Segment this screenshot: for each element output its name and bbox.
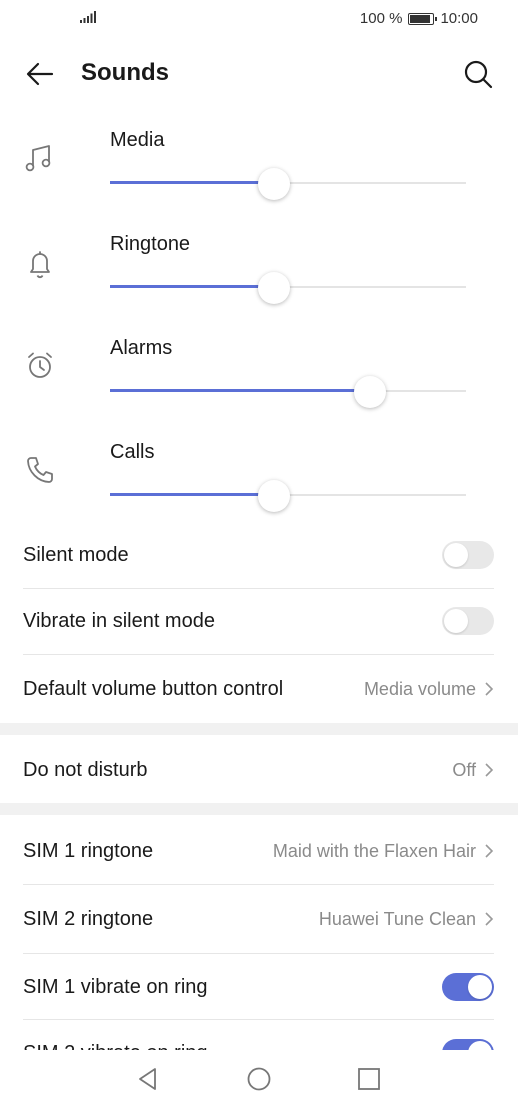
back-triangle-icon[interactable] [133, 1064, 163, 1094]
chevron-right-icon [485, 763, 494, 777]
volume-label-media: Media [110, 129, 165, 151]
vibrate-silent-toggle[interactable] [442, 607, 494, 635]
divider [23, 654, 494, 655]
sim2-ringtone-row[interactable]: SIM 2 ringtone Huawei Tune Clean [0, 886, 518, 952]
bell-icon [30, 251, 50, 279]
vibrate-silent-row[interactable]: Vibrate in silent mode [0, 588, 518, 654]
chevron-right-icon [485, 912, 494, 926]
sim2-ringtone-value: Huawei Tune Clean [318, 908, 476, 929]
back-arrow-icon[interactable] [22, 56, 58, 92]
slider-thumb[interactable] [257, 480, 290, 512]
volume-row-calls: Calls [0, 432, 518, 536]
volume-label-calls: Calls [110, 441, 155, 463]
alarms-volume-slider[interactable] [110, 376, 466, 408]
do-not-disturb-label: Do not disturb [23, 758, 148, 781]
volume-label-ringtone: Ringtone [110, 233, 191, 255]
do-not-disturb-row[interactable]: Do not disturb Off [0, 737, 518, 803]
app-bar: Sounds [0, 44, 518, 104]
section-gap [0, 723, 518, 735]
slider-thumb[interactable] [257, 272, 290, 304]
default-volume-row[interactable]: Default volume button control Media volu… [0, 656, 518, 722]
silent-mode-row[interactable]: Silent mode [0, 522, 518, 588]
clock: 10:00 [440, 10, 478, 27]
phone-icon [27, 457, 53, 483]
volume-row-ringtone: Ringtone [0, 224, 518, 328]
do-not-disturb-value: Off [452, 759, 476, 780]
slider-thumb[interactable] [353, 376, 386, 408]
chevron-right-icon [485, 844, 494, 858]
recents-square-icon[interactable] [354, 1064, 384, 1094]
slider-fill [110, 493, 274, 496]
battery-icon [408, 12, 438, 25]
sim1-ringtone-label: SIM 1 ringtone [23, 839, 154, 862]
media-volume-slider[interactable] [110, 168, 466, 200]
silent-mode-toggle[interactable] [442, 541, 494, 569]
slider-fill [110, 181, 274, 184]
vibrate-silent-label: Vibrate in silent mode [23, 609, 215, 632]
search-icon[interactable] [460, 56, 496, 92]
slider-thumb[interactable] [257, 168, 290, 200]
silent-mode-label: Silent mode [23, 543, 129, 566]
toggle-knob [468, 975, 492, 999]
slider-fill [110, 389, 370, 392]
sim1-vibrate-row[interactable]: SIM 1 vibrate on ring [0, 954, 518, 1020]
page-title: Sounds [81, 59, 169, 86]
toggle-knob [444, 543, 468, 567]
sim2-ringtone-label: SIM 2 ringtone [23, 907, 154, 930]
status-bar: 100 % 10:00 [0, 0, 518, 38]
default-volume-value: Media volume [363, 678, 476, 699]
home-circle-icon[interactable] [244, 1064, 274, 1094]
volume-label-alarms: Alarms [110, 337, 173, 359]
navigation-bar [0, 1050, 518, 1108]
toggle-knob [444, 609, 468, 633]
battery-percent: 100 % [359, 10, 403, 27]
alarm-clock-icon [28, 352, 52, 378]
ringtone-volume-slider[interactable] [110, 272, 466, 304]
volume-row-alarms: Alarms [0, 328, 518, 432]
chevron-right-icon [485, 682, 494, 696]
default-volume-label: Default volume button control [23, 677, 284, 700]
divider [23, 884, 494, 885]
section-gap [0, 803, 518, 815]
music-note-icon [25, 145, 51, 172]
sim1-vibrate-toggle[interactable] [442, 973, 494, 1001]
volume-row-media: Media [0, 120, 518, 224]
signal-strength-icon [80, 11, 96, 23]
calls-volume-slider[interactable] [110, 480, 466, 512]
sim1-ringtone-value: Maid with the Flaxen Hair [272, 840, 476, 861]
slider-fill [110, 285, 274, 288]
sim1-vibrate-label: SIM 1 vibrate on ring [23, 975, 208, 998]
sim1-ringtone-row[interactable]: SIM 1 ringtone Maid with the Flaxen Hair [0, 818, 518, 884]
